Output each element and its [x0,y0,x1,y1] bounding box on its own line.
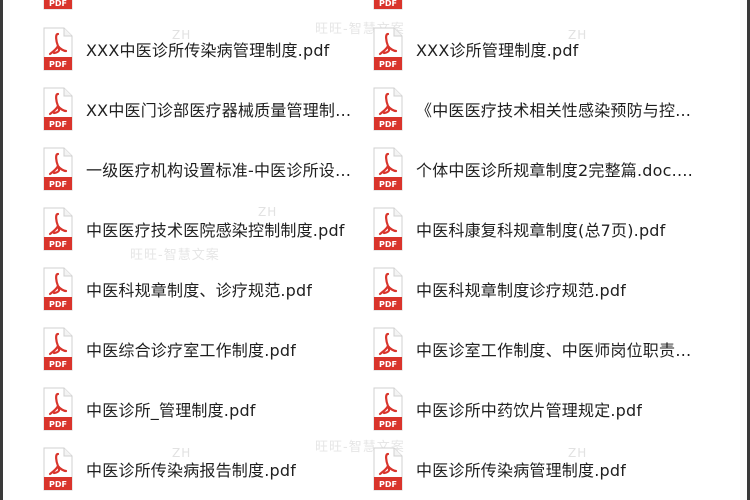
svg-text:PDF: PDF [49,420,67,429]
file-name: 中医综合诊疗室工作制度.pdf [86,341,297,360]
file-item[interactable]: PDF XXX中医诊所传染病管理制度.pdf [42,25,330,73]
pdf-file-icon: PDF [43,27,73,71]
file-item[interactable]: PDF 中医诊所传染病管理制度.pdf [372,445,626,493]
svg-text:PDF: PDF [379,480,397,489]
svg-text:PDF: PDF [49,300,67,309]
file-name: 中医诊室工作制度、中医师岗位职责.p... [416,341,696,360]
file-name: 中医科规章制度诊疗规范.pdf [416,281,627,300]
file-item[interactable]: PDF 一级医疗机构设置标准-中医诊所设置... [42,145,366,193]
file-item[interactable]: PDF 中医诊所传染病报告制度.pdf [42,445,296,493]
file-name: XX中医门诊部医疗器械质量管理制度.... [86,101,366,120]
file-item[interactable]: PDF 《中医医疗技术相关性感染预防与控... [372,85,691,133]
file-name: 中医诊所传染病管理制度.pdf [416,461,627,480]
file-item[interactable]: PDF 中医科规章制度诊疗规范.pdf [372,265,626,313]
file-name: XXX诊所管理制度.pdf [416,41,579,60]
svg-text:PDF: PDF [379,240,397,249]
pdf-file-icon: PDF [43,387,73,431]
pdf-file-icon: PDF [373,207,403,251]
svg-text:PDF: PDF [379,300,397,309]
file-name: 中医科规章制度、诊疗规范.pdf [86,281,313,300]
svg-text:PDF: PDF [379,360,397,369]
file-item[interactable]: PDF XX中医门诊部医疗器械质量管理制度.... [42,85,366,133]
pdf-file-icon: PDF [373,267,403,311]
pdf-file-icon: PDF [43,207,73,251]
svg-text:PDF: PDF [379,420,397,429]
file-name: 《中医医疗技术相关性感染预防与控... [416,101,692,120]
file-item[interactable]: PDF XXX诊所管理制度.pdf [372,25,579,73]
file-name: XXX中医诊所传染病管理制度.pdf [86,41,330,60]
file-name: 中医诊所传染病报告制度.pdf [86,461,297,480]
svg-text:PDF: PDF [49,360,67,369]
svg-text:PDF: PDF [49,180,67,189]
file-item[interactable]: PDF 中医综合诊疗室工作制度.pdf [42,325,296,373]
svg-text:PDF: PDF [379,180,397,189]
pdf-file-icon: PDF [43,267,73,311]
svg-text:PDF: PDF [49,60,67,69]
pdf-file-icon: PDF [43,87,73,131]
file-name: 中医科康复科规章制度(总7页).pdf [416,221,666,240]
file-item[interactable]: PDF 中医诊所_管理制度.pdf [42,385,256,433]
file-item[interactable]: PDF 个体中医诊所规章制度2完整篇.doc.pdf [372,145,696,193]
svg-text:PDF: PDF [49,120,67,129]
pdf-file-icon: PDF [43,447,73,491]
svg-text:PDF: PDF [379,120,397,129]
file-name: 个体中医诊所规章制度2完整篇.doc.pdf [416,161,696,180]
file-item[interactable]: PDF 中医科康复科规章制度(总7页).pdf [372,205,666,253]
pdf-file-icon: PDF [373,27,403,71]
svg-text:PDF: PDF [49,480,67,489]
file-item[interactable]: PDF 中医医疗技术医院感染控制制度.pdf [42,205,345,253]
pdf-file-icon: PDF [373,327,403,371]
file-name: 一级医疗机构设置标准-中医诊所设置... [86,161,366,180]
file-name: 中医诊所_管理制度.pdf [86,401,256,420]
pdf-file-icon: PDF [373,387,403,431]
svg-text:PDF: PDF [49,240,67,249]
pdf-file-icon: PDF [43,327,73,371]
pdf-file-icon: PDF [43,147,73,191]
pdf-file-icon: PDF [373,87,403,131]
pdf-file-icon: PDF [373,447,403,491]
file-item[interactable]: PDF 中医科规章制度、诊疗规范.pdf [42,265,312,313]
file-name: 中医医疗技术医院感染控制制度.pdf [86,221,345,240]
file-grid: PDF XXX中医诊所传染病管理制度.pdf PDF XX中医门诊部医疗器械质量… [0,0,750,500]
pdf-file-icon: PDF [373,147,403,191]
file-name: 中医诊所中药饮片管理规定.pdf [416,401,643,420]
svg-text:PDF: PDF [379,60,397,69]
file-item[interactable]: PDF 中医诊室工作制度、中医师岗位职责.p... [372,325,696,373]
file-item[interactable]: PDF 中医诊所中药饮片管理规定.pdf [372,385,642,433]
